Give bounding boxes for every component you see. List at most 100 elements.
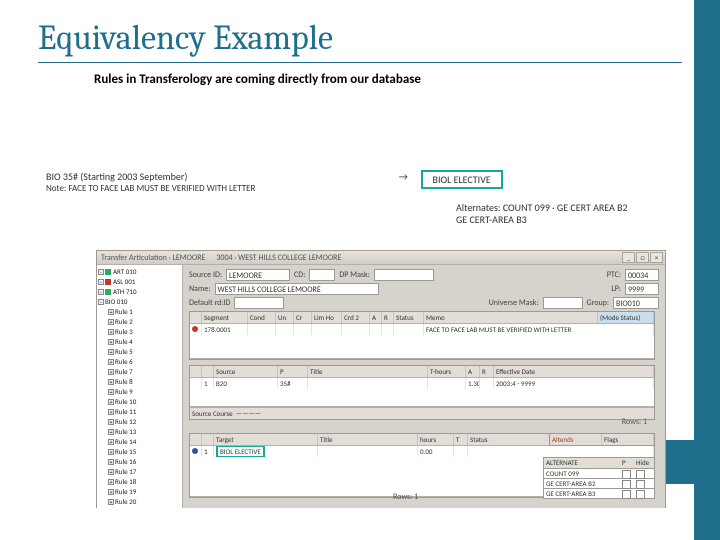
tree-rule[interactable]: Rule 21 (115, 507, 136, 508)
source-course-label: Source Course (192, 409, 233, 418)
tree-item[interactable]: ART 010 (113, 267, 136, 276)
col-target: Target (214, 434, 318, 445)
checkbox[interactable] (622, 480, 631, 489)
grid-row[interactable]: 1 B20 35# 1.30 2003:4 - 9999 (190, 378, 654, 389)
tree-rule[interactable]: Rule 17 (115, 467, 136, 476)
input-univ-mask[interactable] (543, 297, 583, 309)
input-default-rd[interactable] (234, 297, 284, 309)
tree-rule[interactable]: Rule 3 (115, 327, 133, 336)
tab-altends[interactable]: Altends (550, 434, 602, 445)
titlebar-left: Transfer Articulation · LEMOORE (101, 253, 205, 263)
tree-rule[interactable]: Rule 11 (115, 407, 136, 416)
equiv-alternates: Alternates: COUNT 099 · GE CERT AREA B2 … (456, 202, 628, 226)
grid-row[interactable]: 178.0001 FACE TO FACE LAB MUST BE VERIFI… (190, 324, 654, 335)
grid-segment[interactable]: Segment Cond Un Cr Lim Ho Crd 2 A R Stat… (189, 311, 655, 360)
record-dot-icon (192, 326, 198, 332)
col-cr: Cr (294, 312, 312, 323)
col-source: Source (214, 366, 278, 377)
tree-rule[interactable]: Rule 4 (115, 337, 133, 346)
close-button[interactable]: × (650, 252, 663, 263)
label-ptc: PTC: (607, 270, 621, 280)
slide-subtitle: Rules in Transferology are coming direct… (94, 72, 421, 87)
checkbox[interactable] (636, 470, 645, 479)
checkbox[interactable] (636, 480, 645, 489)
alternate-checklist[interactable]: ALTERNATE P Hide COUNT 099 GE CERT-AREA … (543, 457, 655, 499)
tree-item[interactable]: ATH 710 (113, 287, 137, 296)
checkbox[interactable] (622, 490, 631, 499)
tree-rule[interactable]: Rule 18 (115, 477, 136, 486)
tree-rule[interactable]: Rule 15 (115, 447, 136, 456)
tree-rule[interactable]: Rule 2 (115, 317, 133, 326)
col-segment: Segment (202, 312, 248, 323)
input-ptc[interactable]: 00034 (625, 269, 659, 281)
mode-dropdown[interactable]: (Mode Status) (598, 312, 654, 323)
tree-rule[interactable]: Rule 5 (115, 347, 133, 356)
equiv-course: BIO 35# (Starting 2003 September) (46, 170, 386, 183)
alt-row[interactable]: COUNT 099 (544, 469, 620, 478)
tree-rule[interactable]: Rule 10 (115, 397, 136, 406)
input-group[interactable]: BIO010 (613, 297, 659, 309)
checkbox[interactable] (622, 470, 631, 479)
source-course-dash: ———— (236, 409, 261, 418)
equivalency-row: BIO 35# (Starting 2003 September) Note: … (46, 170, 666, 194)
input-cd[interactable] (309, 269, 335, 281)
tree-rule[interactable]: Rule 1 (115, 307, 133, 316)
col-r: R (382, 312, 394, 323)
equiv-target: BIOL ELECTIVE (421, 170, 503, 189)
rows-label: Rows: 1 (622, 417, 647, 427)
input-source-id[interactable]: LEMOORE (226, 269, 290, 281)
tree-rule[interactable]: Rule 14 (115, 437, 136, 446)
label-default-rd: Default rd:ID (189, 298, 230, 308)
label-cd: CD: (294, 270, 305, 280)
label-name: Name: (189, 284, 211, 294)
col-hide: Hide (634, 458, 654, 468)
rows-label-bottom: Rows: 1 (393, 492, 418, 502)
col-a: A (370, 312, 382, 323)
col-p: P (620, 458, 634, 468)
input-dpmask[interactable] (374, 269, 434, 281)
tree-rule[interactable]: Rule 6 (115, 357, 133, 366)
tree-rule[interactable]: Rule 7 (115, 367, 133, 376)
tab-flags[interactable]: Flags (602, 434, 654, 445)
tree-rule[interactable]: Rule 9 (115, 387, 133, 396)
target-highlight: BIOL ELECTIVE (216, 446, 265, 457)
col-cond: Cond (248, 312, 276, 323)
tree-rule[interactable]: Rule 12 (115, 417, 136, 426)
col-blank (190, 312, 202, 323)
tree-rule[interactable]: Rule 8 (115, 377, 133, 386)
tree-rule[interactable]: Rule 16 (115, 457, 136, 466)
col-title: Title (318, 434, 418, 445)
col-alternate: ALTERNATE (544, 458, 620, 468)
minimize-button[interactable]: _ (622, 252, 635, 263)
col-t: T (454, 434, 468, 445)
arrow-icon: → (388, 170, 418, 183)
app-window: Transfer Articulation · LEMOORE 3004 · W… (96, 250, 666, 508)
input-name[interactable]: WEST HILLS COLLEGE LEMOORE (215, 283, 379, 295)
alt-flags-tab[interactable]: Altends Flags (549, 433, 655, 446)
alt-row[interactable]: GE CERT-AREA B2 (544, 479, 620, 488)
label-univ-mask: Universe Mask: (489, 298, 539, 308)
col-hours: hours (418, 434, 454, 445)
tree-rule[interactable]: Rule 13 (115, 427, 136, 436)
tree-rule[interactable]: Rule 19 (115, 487, 136, 496)
label-group: Group: (587, 298, 609, 308)
col-crd2: Crd 2 (342, 312, 370, 323)
grid-row[interactable]: 1 BIOL ELECTIVE 0.00 (190, 446, 654, 457)
titlebar[interactable]: Transfer Articulation · LEMOORE 3004 · W… (97, 251, 665, 265)
col-memo: Memo (424, 312, 598, 323)
tree-panel[interactable]: -ART 010 -ASL 001 -ATH 710 -BIO 010 +Rul… (97, 265, 183, 508)
alt-row[interactable]: GE CERT-AREA B3 (544, 489, 620, 498)
maximize-button[interactable]: □ (636, 252, 649, 263)
grid-source[interactable]: Source P Title T-hours A R Effective Dat… (189, 365, 655, 420)
tree-item[interactable]: ASL 001 (113, 277, 135, 286)
col-a: A (466, 366, 480, 377)
tree-rule[interactable]: Rule 20 (115, 497, 136, 506)
slide-title: Equivalency Example (38, 18, 333, 58)
tree-item-expanded[interactable]: BIO 010 (105, 297, 127, 306)
label-dpmask: DP Mask: (339, 270, 369, 280)
col-thours: T-hours (428, 366, 466, 377)
right-pane: Source ID: LEMOORE CD: DP Mask: PTC: 000… (183, 265, 665, 508)
checkbox[interactable] (636, 490, 645, 499)
input-lp[interactable]: 9999 (625, 283, 659, 295)
label-source-id: Source ID: (189, 270, 222, 280)
